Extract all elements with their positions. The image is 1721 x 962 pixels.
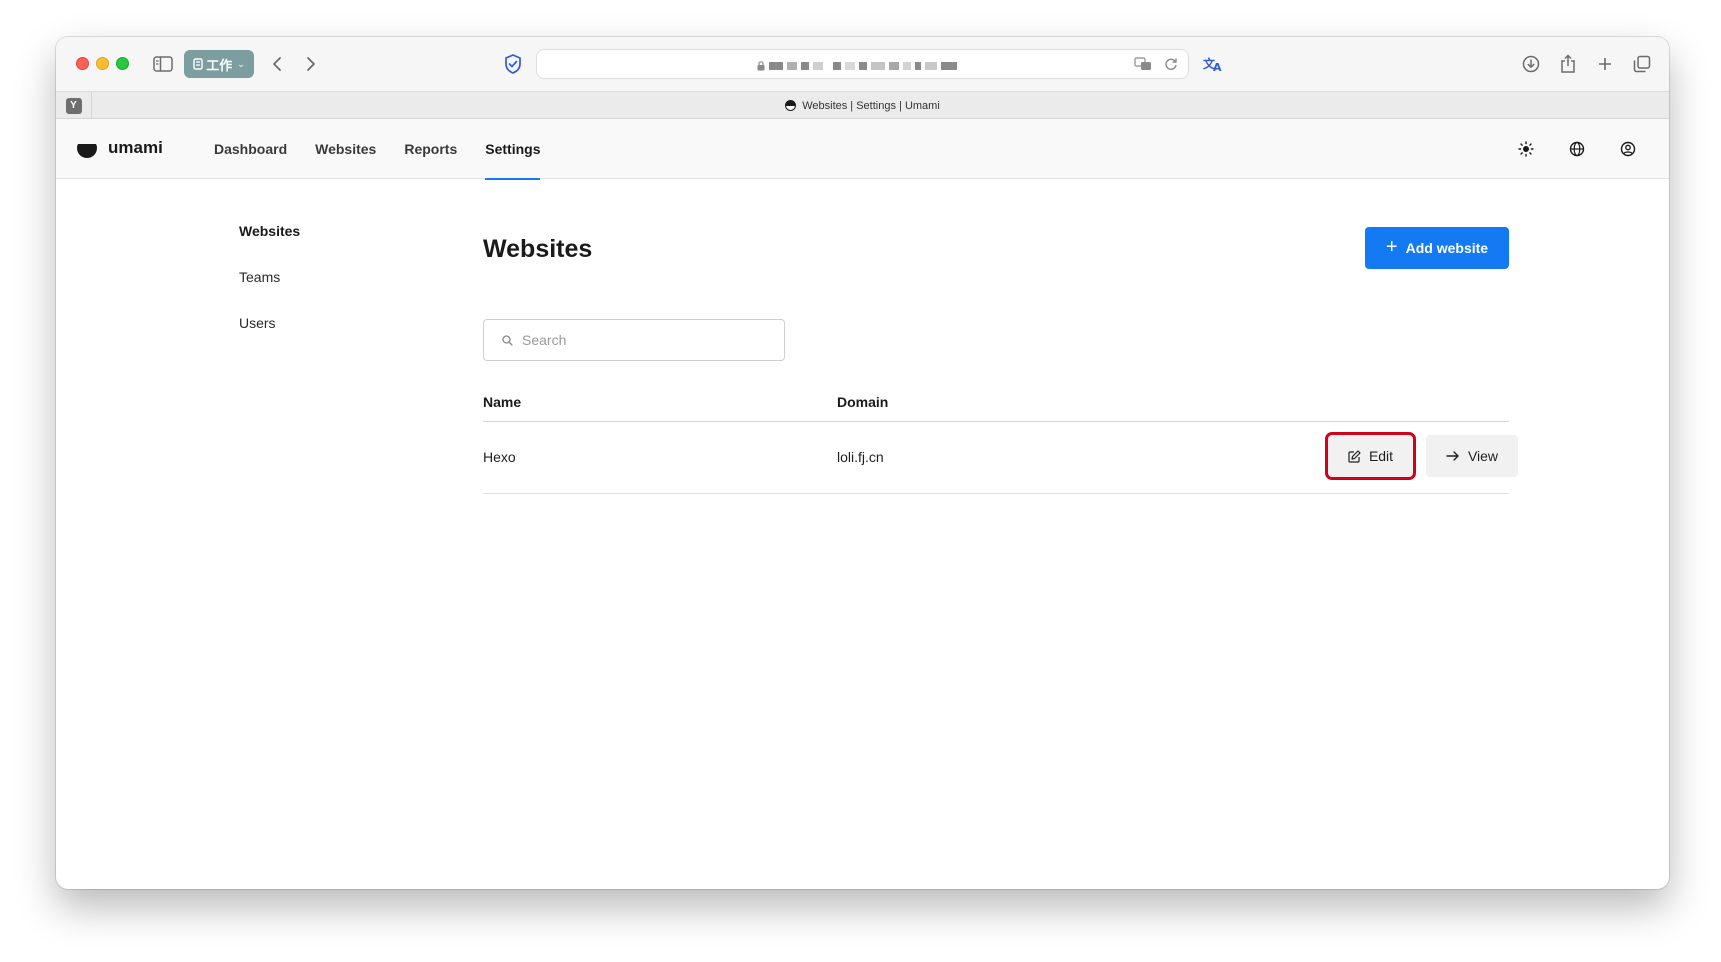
column-header-name[interactable]: Name: [483, 394, 521, 410]
address-bar[interactable]: [536, 49, 1189, 79]
plus-icon: +: [1385, 236, 1398, 258]
main-nav: Dashboard Websites Reports Settings: [200, 119, 554, 180]
new-tab-icon[interactable]: [1594, 51, 1616, 77]
user-profile-icon[interactable]: [1618, 139, 1638, 159]
table-header: Name Domain: [483, 390, 1509, 422]
forward-arrow-icon[interactable]: [302, 51, 320, 77]
search-icon: [502, 334, 513, 346]
lock-icon: [757, 60, 765, 70]
view-website-button[interactable]: View: [1426, 435, 1518, 477]
back-arrow-icon[interactable]: [268, 51, 286, 77]
page-title: Websites: [483, 235, 593, 263]
tab-overview-icon[interactable]: [1631, 51, 1653, 77]
tab-strip: Y Websites | Settings | Umami: [56, 91, 1669, 119]
nav-websites[interactable]: Websites: [301, 119, 390, 179]
column-header-domain[interactable]: Domain: [837, 394, 888, 410]
search-field[interactable]: [483, 319, 785, 361]
nav-reports[interactable]: Reports: [390, 119, 471, 179]
brand-logo[interactable]: umami: [76, 137, 163, 159]
add-website-label: Add website: [1405, 240, 1489, 256]
translate-page-icon[interactable]: [1134, 57, 1152, 76]
app-header: umami Dashboard Websites Reports Setting…: [56, 119, 1669, 180]
sidebar-item-users[interactable]: Users: [239, 312, 300, 358]
tab-group-label: 工作: [206, 57, 233, 73]
website-name-cell: Hexo: [483, 449, 516, 465]
nav-settings[interactable]: Settings: [471, 119, 554, 180]
edit-icon: [1348, 449, 1361, 463]
sidebar-item-teams[interactable]: Teams: [239, 266, 300, 312]
language-globe-icon[interactable]: [1567, 139, 1587, 159]
nav-dashboard[interactable]: Dashboard: [200, 119, 301, 179]
add-website-button[interactable]: + Add website: [1365, 227, 1509, 269]
umami-favicon-icon: [785, 100, 797, 111]
share-icon[interactable]: [1557, 51, 1579, 77]
theme-sun-icon[interactable]: [1516, 139, 1536, 159]
search-input[interactable]: [522, 332, 762, 348]
url-redacted-text: [757, 60, 967, 70]
privacy-shield-icon[interactable]: [502, 51, 524, 77]
view-label: View: [1467, 448, 1499, 464]
close-window-button[interactable]: [76, 57, 89, 70]
website-domain-cell: loli.fj.cn: [837, 449, 884, 465]
downloads-icon[interactable]: [1520, 51, 1542, 77]
active-tab[interactable]: Websites | Settings | Umami: [56, 92, 1669, 119]
umami-logo-icon: [76, 137, 98, 158]
brand-name: umami: [108, 138, 163, 157]
sidebar-item-websites[interactable]: Websites: [239, 220, 300, 266]
reload-icon[interactable]: [1164, 57, 1178, 76]
zoom-window-button[interactable]: [116, 57, 129, 70]
sidebar-toggle-icon[interactable]: [152, 51, 174, 77]
svg-text:A: A: [1213, 61, 1222, 73]
browser-toolbar: 工作 ⌄ 文 A: [56, 37, 1669, 91]
edit-label: Edit: [1368, 448, 1394, 464]
edit-website-button[interactable]: Edit: [1325, 432, 1416, 480]
minimize-window-button[interactable]: [96, 57, 109, 70]
tab-group-icon: [193, 58, 203, 70]
active-tab-title: Websites | Settings | Umami: [802, 99, 940, 112]
arrow-right-icon: [1446, 451, 1459, 461]
settings-sidebar: Websites Teams Users: [239, 220, 300, 358]
table-row: Hexo loli.fj.cn Edit View: [483, 422, 1518, 494]
browser-window: 工作 ⌄ 文 A Y Websites | Settings | Umami u…: [56, 37, 1669, 889]
chevron-down-icon: ⌄: [237, 58, 245, 69]
translate-extension-icon[interactable]: 文A: [1202, 51, 1224, 77]
tab-group-selector[interactable]: 工作 ⌄: [184, 50, 254, 78]
